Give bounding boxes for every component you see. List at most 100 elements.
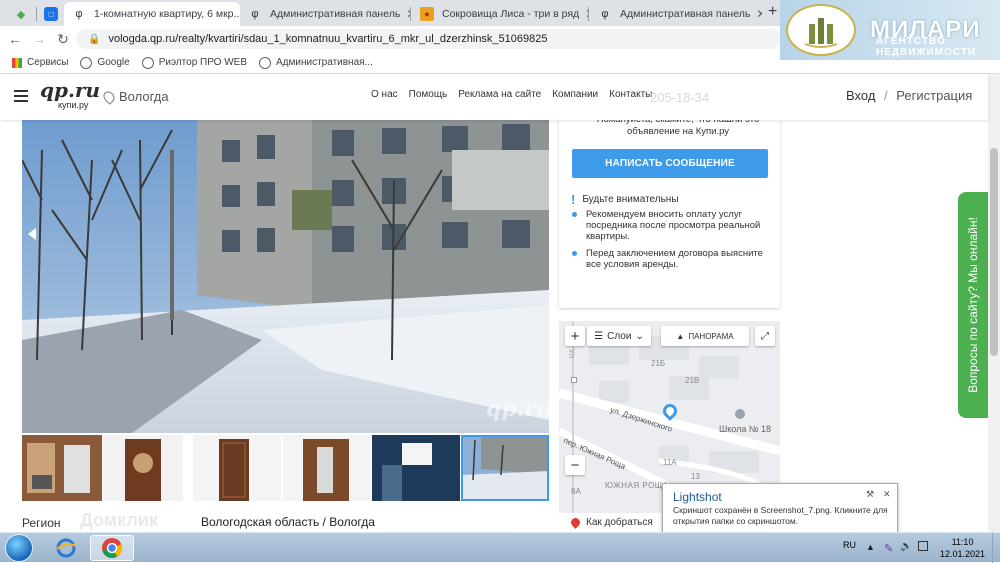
photo-prev-arrow[interactable] (28, 228, 36, 240)
url-text: vologda.qp.ru/realty/kvartiri/sdau_1_kom… (108, 33, 548, 45)
network-icon[interactable] (918, 541, 928, 551)
site-header: qp.ru купи.ру Вологда О нас Помощь Рекла… (0, 74, 988, 120)
gallery-thumbnail[interactable] (22, 435, 102, 501)
nav-about[interactable]: О нас (371, 89, 398, 100)
lightshot-notification[interactable]: Lightshot ⚒ ✕ Скриншот сохранён в Screen… (662, 483, 898, 535)
zoom-slider-handle[interactable] (571, 377, 577, 383)
safety-tip: Перед заключением договора выясните все … (571, 248, 771, 270)
tab-admin-1[interactable]: φ Административная панель ✕ (240, 2, 410, 26)
settings-icon[interactable]: ⚒ (866, 489, 874, 500)
scrollbar-thumb[interactable] (990, 148, 998, 356)
close-icon[interactable]: ✕ (400, 7, 410, 21)
close-icon[interactable]: ✕ (883, 489, 891, 500)
attention-heading: ! Будьте внимательны (571, 192, 679, 207)
system-clock[interactable]: 11:10 12.01.2021 (940, 536, 985, 560)
forward-icon[interactable]: → (30, 30, 48, 48)
contact-card: Пожалуйста, скажите, что нашли это объяв… (559, 114, 780, 308)
chevron-down-icon: ⌄ (635, 330, 644, 342)
nav-companies[interactable]: Компании (552, 89, 598, 100)
notification-message: Скриншот сохранён в Screenshot_7.png. Кл… (673, 505, 888, 526)
gallery-thumbnail[interactable] (103, 435, 183, 501)
zoom-in-button[interactable]: + (565, 326, 585, 346)
listing-main-photo[interactable] (22, 120, 549, 433)
fox-game-icon: ● (420, 7, 434, 21)
site-logo[interactable]: qp.ru купи.ру (40, 80, 100, 114)
new-tab-icon[interactable]: + (768, 3, 777, 21)
bookmark-google[interactable]: Google (80, 56, 130, 69)
gallery-thumbnail-active[interactable] (461, 435, 549, 501)
tab-title: Административная панель (270, 8, 401, 20)
address-bar[interactable]: 🔒 vologda.qp.ru/realty/kvartiri/sdau_1_k… (76, 29, 781, 49)
panorama-icon: ▲ (676, 331, 685, 341)
gallery-thumbnail[interactable] (372, 435, 460, 501)
city-selector[interactable]: Вологда (101, 88, 169, 105)
tab-title: Административная панель (620, 8, 751, 20)
region-label: Регион (22, 516, 61, 530)
tab-pinned-1[interactable]: ◆ (6, 2, 36, 26)
volume-icon[interactable]: 🔈 (900, 541, 912, 552)
back-icon[interactable]: ← (6, 30, 24, 48)
layers-icon: ☰ (594, 330, 604, 342)
domclick-ghost: Домклик (80, 510, 158, 530)
gallery-thumbnail[interactable] (193, 435, 281, 501)
bookmark-services[interactable]: Сервисы (12, 57, 68, 68)
exclamation-icon: ! (571, 192, 576, 207)
show-desktop-button[interactable] (992, 533, 1000, 563)
notification-title: Lightshot (673, 490, 722, 504)
qp-leaf-icon: φ (75, 8, 83, 20)
map-poi-label: Школа № 18 (719, 424, 772, 434)
globe-icon (259, 56, 272, 69)
tab-game[interactable]: ● Сокровища Лиса - три в ряд ✕ (412, 2, 588, 26)
safety-tip: Рекомендуем вносить оплату услуг посредн… (571, 209, 771, 242)
globe-icon (80, 56, 93, 69)
phone-number: 205-18-34 (650, 90, 710, 105)
top-nav: О нас Помощь Реклама на сайте Компании К… (371, 89, 663, 100)
close-icon[interactable]: ✕ (579, 7, 588, 21)
fullscreen-icon[interactable]: ⤢ (755, 326, 775, 346)
nav-advertising[interactable]: Реклама на сайте (458, 89, 541, 100)
school-icon (735, 409, 745, 419)
tab-admin-2[interactable]: φ Административная панель ✕ (590, 2, 762, 26)
milari-subtitle: АГЕНТСТВО НЕДВИЖИМОСТИ (876, 36, 977, 58)
qp-leaf-icon: φ (251, 8, 259, 20)
layers-button[interactable]: ☰ Слои ⌄ (587, 326, 651, 346)
gallery-thumbnail[interactable] (283, 435, 371, 501)
qp-leaf-icon: φ (601, 8, 609, 20)
start-button[interactable] (5, 534, 33, 562)
write-message-button[interactable]: НАПИСАТЬ СООБЩЕНИЕ (572, 149, 768, 178)
nav-contacts[interactable]: Контакты (609, 89, 652, 100)
internet-explorer-icon[interactable] (46, 535, 86, 561)
nav-help[interactable]: Помощь (409, 89, 448, 100)
tray-expand-icon[interactable]: ▲ (866, 542, 875, 552)
chrome-taskbar-icon[interactable] (90, 535, 134, 561)
bookmark-realtor[interactable]: Риэлтор ПРО WEB (141, 56, 247, 69)
route-pin-icon (569, 516, 582, 529)
lock-icon: 🔒 (88, 33, 101, 45)
auth-links: Вход / Регистрация (846, 88, 973, 103)
apps-grid-icon (12, 57, 22, 68)
tab-active-listing[interactable]: φ 1-комнатную квартиру, 6 мкр... ✕ (64, 2, 240, 26)
blue-app-icon: □ (44, 7, 58, 21)
region-value: Вологодская область / Вологда (201, 515, 375, 529)
login-link[interactable]: Вход (846, 88, 875, 103)
photo-watermark: qp.ru (486, 396, 553, 422)
tab-pinned-2[interactable]: □ (36, 2, 64, 26)
online-chat-tab[interactable]: Вопросы по сайту? Мы онлайн! (958, 192, 988, 418)
register-link[interactable]: Регистрация (896, 88, 972, 103)
milari-logo (786, 4, 856, 56)
language-indicator[interactable]: RU (843, 540, 856, 550)
reload-icon[interactable]: ↻ (54, 30, 72, 48)
globe-icon (141, 56, 154, 69)
location-pin-icon (101, 88, 117, 105)
milari-agency-overlay: МИЛАРИ АГЕНТСТВО НЕДВИЖИМОСТИ (780, 0, 1000, 60)
zoom-out-button[interactable]: − (565, 455, 585, 475)
close-icon[interactable]: ✕ (750, 7, 762, 21)
page-scrollbar[interactable] (988, 74, 1000, 532)
lightshot-tray-icon[interactable]: ✎ (884, 542, 896, 555)
route-link[interactable]: Как добраться (586, 517, 653, 528)
green-extension-icon: ◆ (16, 8, 26, 21)
menu-icon[interactable] (14, 90, 28, 102)
panorama-button[interactable]: ▲ ПАНОРАМА (661, 326, 749, 346)
map-area-label: ЮЖНАЯ РОЩА (605, 481, 669, 490)
bookmark-admin[interactable]: Административная... (259, 56, 373, 69)
